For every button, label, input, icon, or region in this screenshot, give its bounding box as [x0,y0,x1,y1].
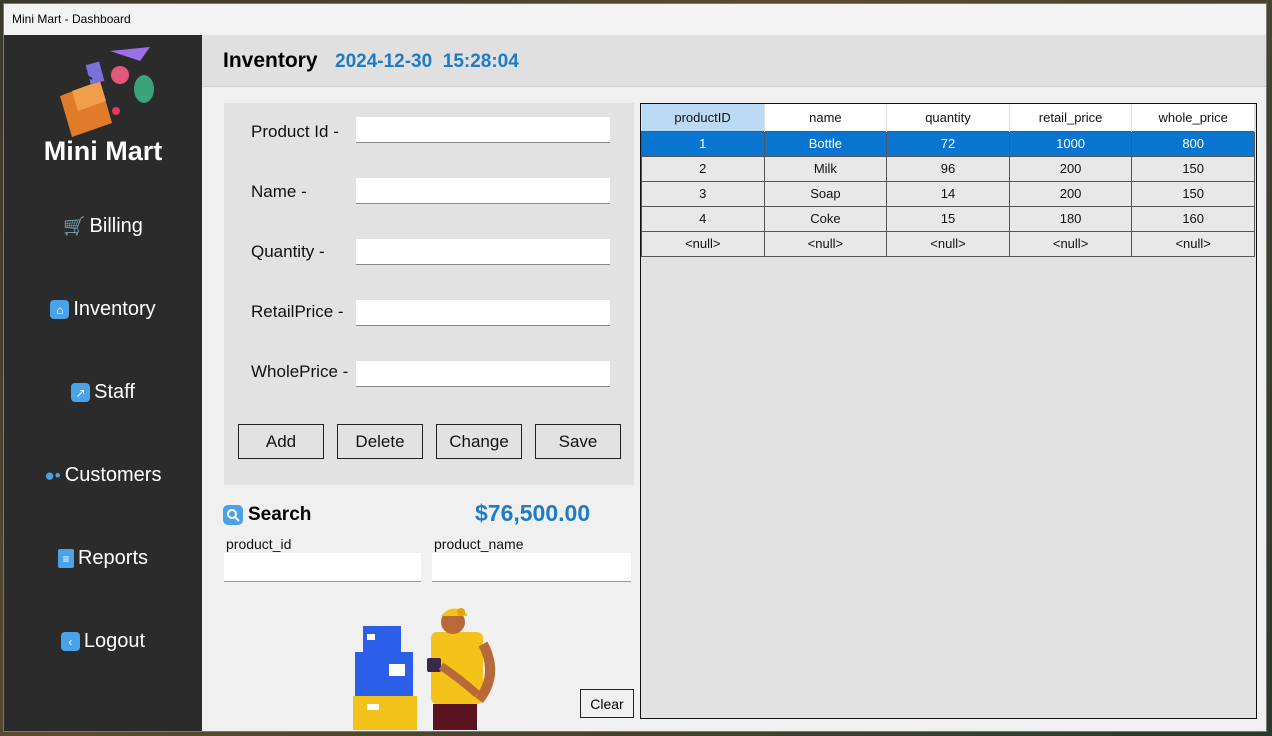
brand-logo-icon [60,47,154,137]
name-label: Name - [251,182,307,201]
search-icon [223,505,243,525]
table-cell[interactable]: 4 [641,205,765,232]
delivery-person-illustration [353,608,495,730]
name-field[interactable] [356,178,610,204]
inventory-table: productID name quantity retail_price who… [640,103,1257,719]
column-header[interactable]: quantity [886,104,1010,131]
table-cell[interactable]: <null> [886,230,1010,257]
table-cell[interactable]: <null> [1008,230,1133,257]
app-window: Mini Mart - Dashboard Mini Mart 🛒 Billin… [3,3,1267,732]
product-table: productID name quantity retail_price who… [641,104,1255,257]
sidebar-item-label: Customers [64,464,162,486]
sidebar-item-logout[interactable]: ‹ Logout [4,630,202,653]
sidebar-item-label: Inventory [73,298,156,320]
sidebar-item-label: Billing [89,215,143,237]
table-cell[interactable]: 2 [641,155,765,182]
table-cell[interactable]: <null> [1131,230,1255,257]
table-row[interactable]: 1 Bottle 72 1000 800 [641,130,1255,157]
table-cell[interactable]: 72 [886,130,1010,157]
table-cell[interactable]: 200 [1008,155,1133,182]
whole-price-field[interactable] [356,361,610,387]
sidebar-item-customers[interactable]: ●• Customers [4,464,202,487]
product-id-search-input[interactable] [224,553,421,582]
table-cell[interactable]: 150 [1131,180,1255,207]
sidebar-item-staff[interactable]: ↗ Staff [4,381,202,404]
save-button[interactable]: Save [535,424,621,459]
quantity-field[interactable] [356,239,610,265]
table-header-row: productID name quantity retail_price who… [641,104,1255,131]
home-icon: ⌂ [50,300,70,319]
column-header[interactable]: name [764,104,888,131]
cart-icon: 🛒 [63,216,86,236]
total-value: $76,500.00 [475,500,591,526]
product-id-search-label: product_id [226,536,292,552]
report-icon: ≡ [57,549,74,568]
whole-price-label: WholePrice - [251,362,349,381]
brand-name: Mini Mart [43,136,163,166]
table-cell[interactable]: 800 [1131,130,1255,157]
table-cell[interactable]: 160 [1131,205,1255,232]
product-id-field[interactable] [356,117,610,143]
page-title: Inventory [223,49,318,72]
clear-button[interactable]: Clear [580,689,634,718]
back-icon: ‹ [60,632,80,651]
table-cell[interactable]: 96 [886,155,1010,182]
table-cell[interactable]: <null> [763,230,888,257]
table-cell[interactable]: Milk [763,155,888,182]
search-heading: Search [223,504,311,526]
search-label: Search [248,504,312,525]
sidebar-item-label: Staff [94,381,135,403]
table-cell[interactable]: 150 [1131,155,1255,182]
table-row[interactable]: 2 Milk 96 200 150 [641,155,1255,182]
change-button[interactable]: Change [436,424,522,459]
product-name-search-input[interactable] [432,553,631,582]
table-row[interactable]: <null> <null> <null> <null> <null> [641,230,1255,257]
sidebar-item-reports[interactable]: ≡ Reports [4,547,202,570]
table-cell[interactable]: 14 [886,180,1010,207]
column-header[interactable]: productID [641,104,765,131]
sidebar-item-label: Logout [83,630,146,652]
sidebar: Mini Mart 🛒 Billing ⌂ Inventory ↗ Staff … [4,35,202,731]
column-header[interactable]: whole_price [1131,104,1255,131]
users-icon: ●• [44,465,61,485]
table-row[interactable]: 3 Soap 14 200 150 [641,180,1255,207]
retail-price-field[interactable] [356,300,610,326]
table-cell[interactable]: Soap [763,180,888,207]
table-cell[interactable]: 200 [1008,180,1133,207]
delete-button[interactable]: Delete [337,424,423,459]
add-button[interactable]: Add [238,424,324,459]
sidebar-item-label: Reports [77,547,149,569]
table-cell[interactable]: 1000 [1008,130,1133,157]
table-cell[interactable]: Bottle [763,130,888,157]
table-cell[interactable]: 15 [886,205,1010,232]
retail-price-label: RetailPrice - [251,302,344,321]
sidebar-item-billing[interactable]: 🛒 Billing [4,215,202,238]
window-title: Mini Mart - Dashboard [4,4,1266,35]
quantity-label: Quantity - [251,242,325,261]
table-cell[interactable]: Coke [763,205,888,232]
column-header[interactable]: retail_price [1009,104,1133,131]
table-cell[interactable]: 3 [641,180,765,207]
datetime-display: 2024-12-30 15:28:04 [335,51,519,72]
chart-icon: ↗ [71,383,91,402]
page-header: Inventory 2024-12-30 15:28:04 [202,35,1266,87]
product-name-search-label: product_name [434,536,524,552]
product-id-label: Product Id - [251,122,339,141]
table-row[interactable]: 4 Coke 15 180 160 [641,205,1255,232]
product-form: Product Id - Name - Quantity - RetailPri… [224,103,634,485]
table-cell[interactable]: 1 [641,130,765,157]
table-cell[interactable]: <null> [641,230,765,257]
sidebar-item-inventory[interactable]: ⌂ Inventory [4,298,202,321]
table-cell[interactable]: 180 [1008,205,1133,232]
